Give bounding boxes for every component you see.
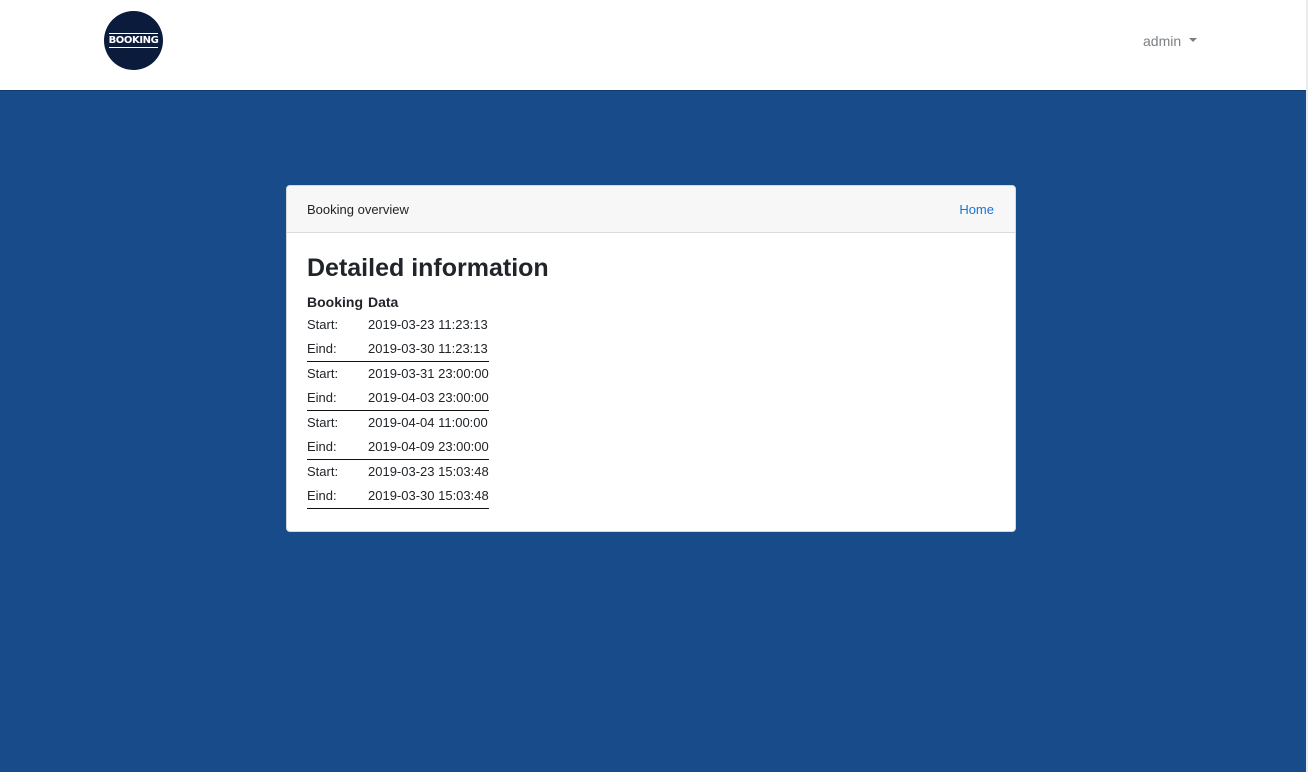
card-header: Booking overview Home	[287, 186, 1015, 233]
table-header-row: Booking Data	[307, 292, 489, 312]
table-row: Start: 2019-03-23 15:03:48	[307, 459, 489, 484]
table-row: Eind: 2019-04-03 23:00:00	[307, 385, 489, 411]
row-label: Eind:	[307, 483, 368, 509]
table-row: Start: 2019-03-23 11:23:13	[307, 312, 489, 337]
row-label: Eind:	[307, 385, 368, 411]
row-value: 2019-04-09 23:00:00	[368, 434, 489, 460]
card-body: Detailed information Booking Data Start:…	[287, 233, 1015, 509]
top-navbar: BOOKING admin	[0, 0, 1306, 91]
row-label: Eind:	[307, 434, 368, 460]
row-value: 2019-04-04 11:00:00	[368, 415, 488, 430]
table-row: Start: 2019-04-04 11:00:00	[307, 410, 489, 435]
table-row: Eind: 2019-03-30 15:03:48	[307, 483, 489, 509]
chevron-down-icon	[1189, 38, 1198, 42]
column-header-booking: Booking	[307, 294, 363, 310]
booking-card: Booking overview Home Detailed informati…	[286, 185, 1016, 532]
booking-table: Booking Data Start: 2019-03-23 11:23:13 …	[307, 292, 489, 509]
row-value: 2019-03-30 15:03:48	[368, 483, 489, 509]
user-menu-label: admin	[1143, 33, 1182, 49]
booking-logo[interactable]: BOOKING	[104, 11, 163, 70]
row-label: Start:	[307, 464, 339, 479]
user-menu-dropdown[interactable]: admin	[1143, 31, 1198, 51]
table-row: Eind: 2019-04-09 23:00:00	[307, 434, 489, 460]
row-label: Start:	[307, 316, 339, 332]
logo-text: BOOKING	[108, 33, 159, 48]
table-row: Start: 2019-03-31 23:00:00	[307, 361, 489, 386]
row-value: 2019-03-31 23:00:00	[368, 366, 489, 381]
row-value: 2019-03-30 11:23:13	[368, 336, 489, 362]
row-label: Eind:	[307, 336, 368, 362]
row-value: 2019-03-23 11:23:13	[368, 316, 488, 332]
page-title: Detailed information	[307, 254, 549, 282]
row-value: 2019-04-03 23:00:00	[368, 385, 489, 411]
row-label: Start:	[307, 366, 339, 381]
row-value: 2019-03-23 15:03:48	[368, 464, 489, 479]
row-label: Start:	[307, 415, 339, 430]
table-row: Eind: 2019-03-30 11:23:13	[307, 336, 489, 362]
column-header-data: Data	[368, 294, 399, 310]
card-header-title: Booking overview	[307, 201, 409, 217]
home-link[interactable]: Home	[959, 202, 994, 217]
